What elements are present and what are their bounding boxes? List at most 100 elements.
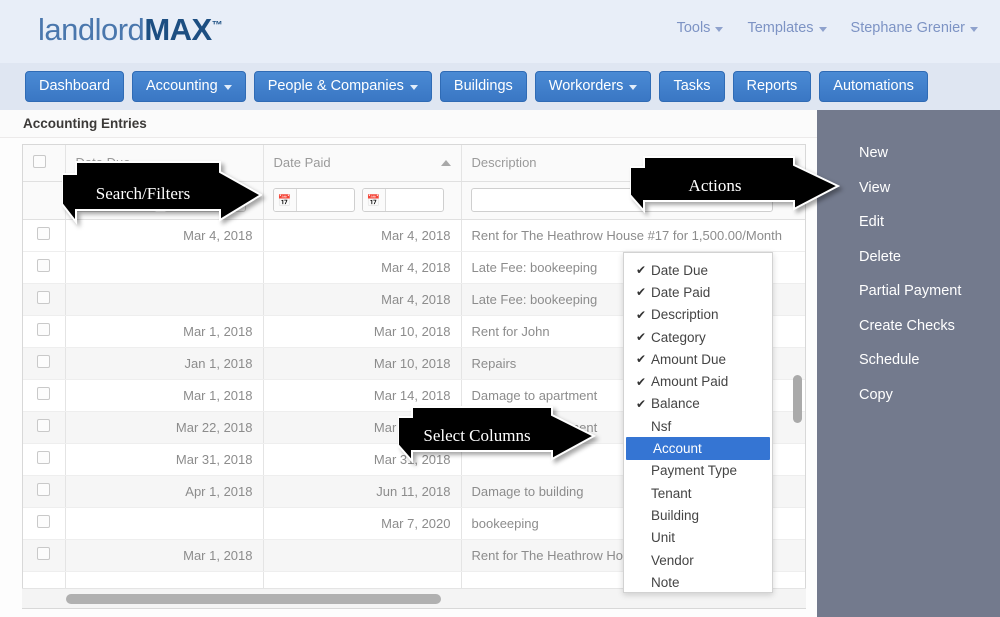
topnav-item-user-menu[interactable]: Stephane Grenier: [851, 20, 978, 36]
app-logo[interactable]: landlordMAX™: [38, 12, 223, 48]
cell-date-due: Apr 1, 2018: [65, 475, 264, 508]
page-title: Accounting Entries: [23, 116, 147, 131]
nav-label-buildings: Buildings: [453, 77, 513, 94]
row-checkbox-cell[interactable]: [23, 283, 66, 316]
date-paid-to-input[interactable]: 📅: [361, 188, 444, 212]
column-header-label-date-paid: Date Paid: [273, 155, 331, 171]
check-icon: ✔: [636, 396, 647, 411]
row-checkbox[interactable]: [37, 515, 51, 528]
top-navigation: Tools Templates Stephane Grenier: [677, 20, 978, 36]
column-menu-label: Date Due: [651, 262, 709, 278]
vertical-scrollbar[interactable]: [790, 181, 805, 608]
row-checkbox[interactable]: [37, 259, 51, 272]
horizontal-scrollbar-thumb[interactable]: [66, 594, 441, 604]
nav-button-workorders[interactable]: Workorders: [534, 70, 652, 103]
column-header-select-all[interactable]: [23, 145, 66, 182]
row-checkbox-cell[interactable]: [23, 347, 66, 380]
action-new[interactable]: New: [817, 136, 1000, 171]
chevron-down-icon: [970, 26, 978, 32]
action-delete[interactable]: Delete: [817, 240, 1000, 275]
column-menu-item-balance[interactable]: ✔ Balance: [624, 393, 772, 415]
column-header-date-paid[interactable]: Date Paid: [263, 145, 462, 182]
nav-label-reports: Reports: [746, 77, 798, 94]
column-menu-item-vendor[interactable]: Vendor: [624, 549, 772, 571]
column-menu-item-account[interactable]: Account: [626, 437, 770, 460]
brand-bar: landlordMAX™ Tools Templates Stephane Gr…: [0, 0, 1000, 63]
annotation-arrow-actions: Actions: [630, 155, 840, 217]
column-menu-item-building[interactable]: Building: [624, 504, 772, 526]
date-paid-from-input[interactable]: 📅: [272, 188, 355, 212]
column-menu-item-date-due[interactable]: ✔ Date Due: [624, 259, 772, 281]
row-checkbox-cell[interactable]: [23, 251, 66, 284]
action-partial-payment[interactable]: Partial Payment: [817, 274, 1000, 309]
column-menu-item-payment-type[interactable]: Payment Type: [624, 460, 772, 482]
action-copy[interactable]: Copy: [817, 378, 1000, 413]
cell-date-due: Mar 31, 2018: [65, 443, 264, 476]
nav-button-people-companies[interactable]: People & Companies: [253, 70, 432, 103]
column-menu-item-nsf[interactable]: Nsf: [624, 415, 772, 437]
row-checkbox[interactable]: [37, 419, 51, 432]
column-menu-item-amount-paid[interactable]: ✔ Amount Paid: [624, 370, 772, 392]
select-all-checkbox[interactable]: [33, 154, 46, 168]
filter-cell-date-paid: 📅 📅: [263, 181, 462, 220]
nav-label-tasks: Tasks: [673, 77, 711, 94]
action-view[interactable]: View: [817, 171, 1000, 206]
cell-description: Rent for The Heathrow House #17 for 1,50…: [461, 219, 805, 252]
cell-date-due: Mar 22, 2018: [65, 411, 264, 444]
annotation-label: Actions: [688, 176, 742, 195]
row-checkbox[interactable]: [37, 227, 51, 240]
row-checkbox-cell[interactable]: [23, 539, 66, 572]
nav-button-reports[interactable]: Reports: [732, 70, 812, 103]
calendar-icon[interactable]: 📅: [362, 189, 386, 211]
action-label-copy: Copy: [859, 386, 893, 403]
row-checkbox-cell[interactable]: [23, 315, 66, 348]
row-checkbox-cell[interactable]: [23, 411, 66, 444]
column-menu-label: Unit: [651, 530, 676, 546]
row-checkbox[interactable]: [37, 291, 51, 304]
column-menu-item-note[interactable]: Note: [624, 571, 772, 593]
calendar-icon[interactable]: 📅: [273, 189, 297, 211]
nav-button-accounting[interactable]: Accounting: [131, 70, 246, 103]
nav-button-automations[interactable]: Automations: [819, 70, 928, 103]
action-edit[interactable]: Edit: [817, 205, 1000, 240]
nav-button-dashboard[interactable]: Dashboard: [25, 70, 124, 103]
row-checkbox[interactable]: [37, 547, 51, 560]
row-checkbox[interactable]: [37, 451, 51, 464]
row-checkbox[interactable]: [37, 355, 51, 368]
cell-date-due: [65, 251, 264, 284]
action-schedule[interactable]: Schedule: [817, 343, 1000, 378]
vertical-scrollbar-thumb[interactable]: [793, 375, 802, 423]
check-icon: ✔: [636, 374, 647, 389]
row-checkbox-cell[interactable]: [23, 379, 66, 412]
column-menu-item-date-paid[interactable]: ✔ Date Paid: [624, 281, 772, 303]
column-menu-label: Payment Type: [651, 463, 738, 479]
column-menu-label: Account: [653, 441, 702, 457]
row-checkbox[interactable]: [37, 483, 51, 496]
row-checkbox-cell[interactable]: [23, 507, 66, 540]
column-menu-item-unit[interactable]: Unit: [624, 527, 772, 549]
row-checkbox-cell[interactable]: [23, 475, 66, 508]
column-menu-item-amount-due[interactable]: ✔ Amount Due: [624, 348, 772, 370]
column-menu-item-tenant[interactable]: Tenant: [624, 482, 772, 504]
action-create-checks[interactable]: Create Checks: [817, 309, 1000, 344]
row-checkbox-cell[interactable]: [23, 443, 66, 476]
topnav-item-tools[interactable]: Tools: [677, 20, 724, 36]
column-menu-item-category[interactable]: ✔ Category: [624, 326, 772, 348]
cell-date-due: Mar 1, 2018: [65, 315, 264, 348]
column-menu-label: Note: [651, 574, 680, 590]
column-menu-label: Category: [651, 329, 706, 345]
column-menu-item-description[interactable]: ✔ Description: [624, 304, 772, 326]
topnav-label-user: Stephane Grenier: [850, 20, 965, 36]
nav-button-tasks[interactable]: Tasks: [659, 70, 725, 103]
check-icon: ✔: [636, 330, 647, 345]
annotation-label: Search/Filters: [95, 184, 191, 203]
row-checkbox-cell[interactable]: [23, 219, 66, 252]
cell-date-paid: Jun 11, 2018: [263, 475, 462, 508]
row-checkbox[interactable]: [37, 387, 51, 400]
row-checkbox[interactable]: [37, 323, 51, 336]
cell-date-paid: Mar 10, 2018: [263, 315, 462, 348]
nav-button-buildings[interactable]: Buildings: [439, 70, 527, 103]
topnav-item-templates[interactable]: Templates: [747, 20, 827, 36]
action-label-edit: Edit: [859, 214, 884, 231]
topnav-label-tools: Tools: [676, 20, 711, 36]
